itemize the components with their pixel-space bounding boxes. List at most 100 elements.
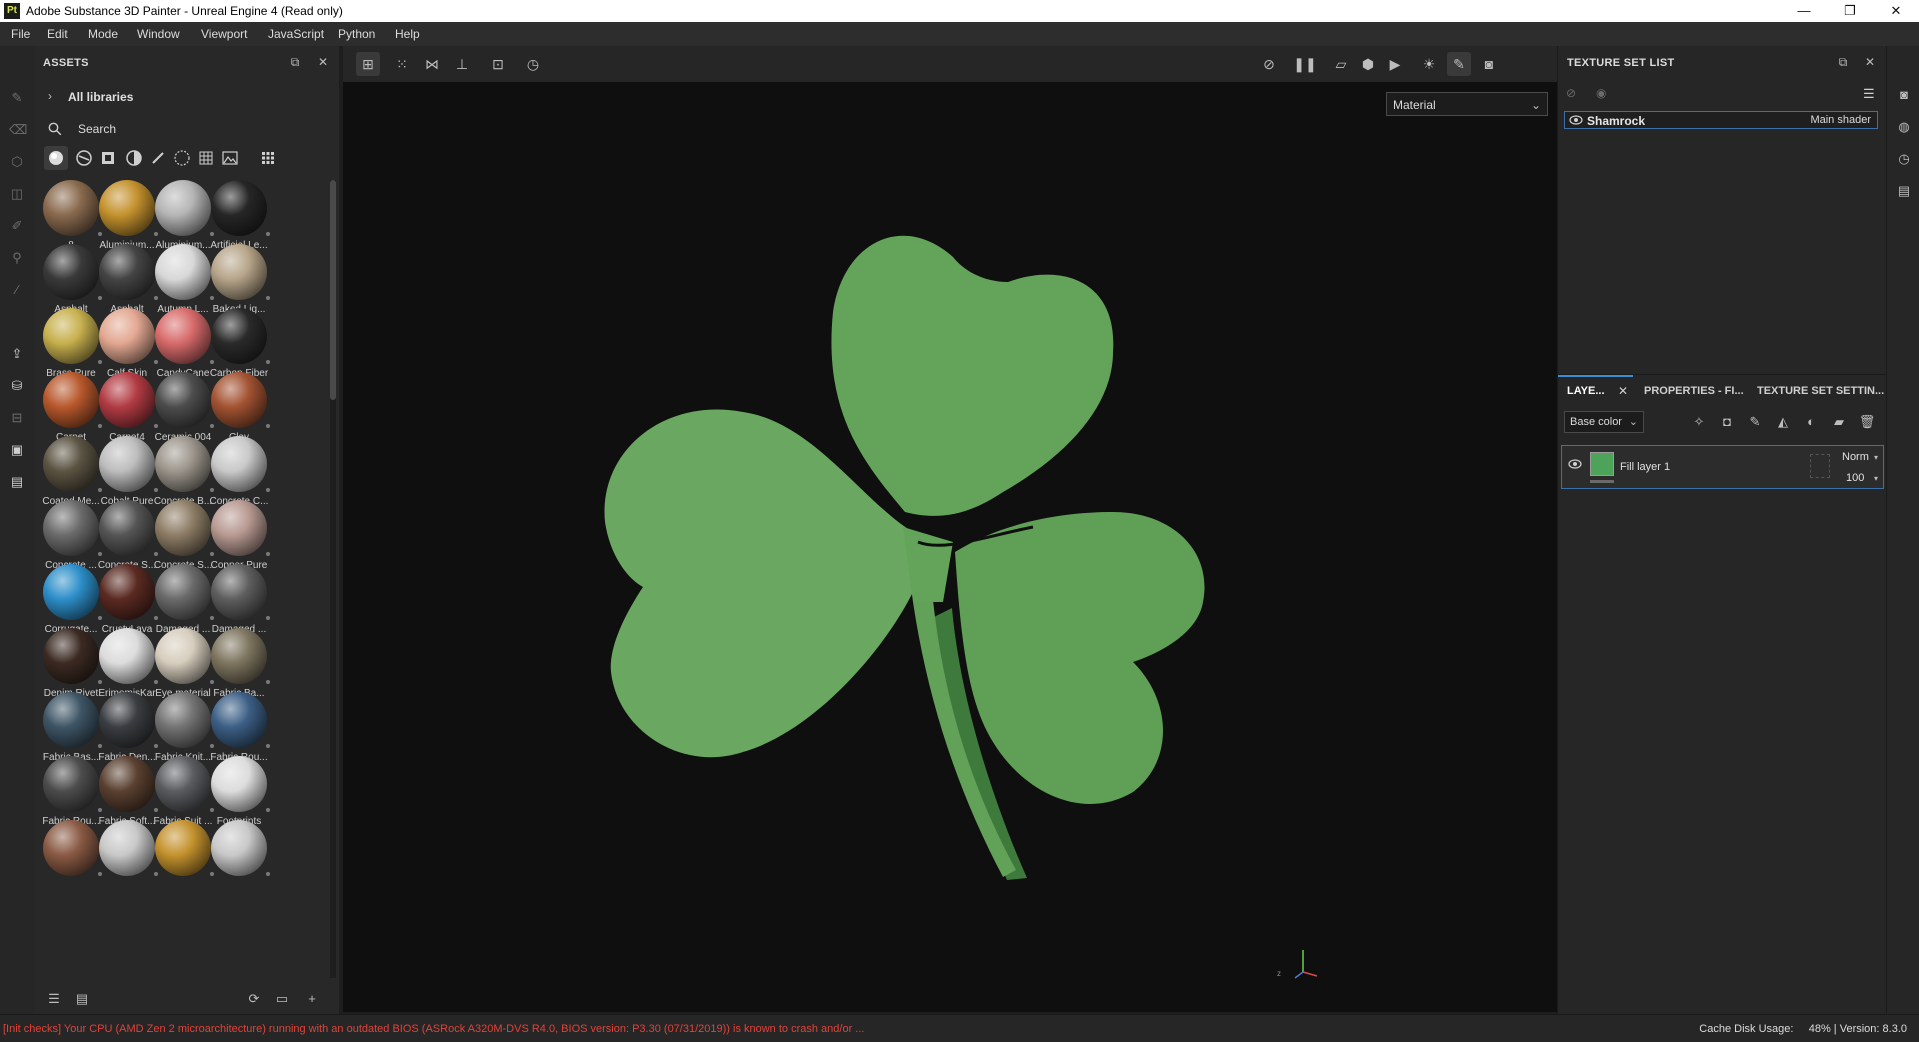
paint-brush-icon[interactable]: ✎ — [9, 90, 25, 106]
close-window-button[interactable]: ✕ — [1873, 0, 1919, 22]
channel-select[interactable]: Base color ⌄ — [1564, 411, 1644, 433]
layer-mask-slot[interactable] — [1810, 454, 1830, 478]
add-effect-icon[interactable]: ✧ — [1690, 413, 1708, 431]
scrollbar-thumb[interactable] — [330, 180, 336, 400]
reset-camera-icon[interactable]: ◷ — [521, 52, 545, 76]
display-settings-icon[interactable]: ◍ — [1895, 118, 1913, 136]
visibility-eye-icon[interactable] — [1568, 458, 1582, 470]
list-view-icon[interactable]: ▤ — [74, 991, 90, 1007]
menu-bar: File Edit Mode Window Viewport JavaScrip… — [0, 22, 1919, 46]
library-selector[interactable]: › All libraries — [34, 86, 339, 108]
paint-mode-icon[interactable]: ✎ — [1447, 52, 1471, 76]
layers-tabs: LAYE... ✕ PROPERTIES - FI... TEXTURE SET… — [1558, 374, 1887, 409]
blend-mode-select[interactable]: Norm — [1842, 451, 1869, 463]
asset-tile[interactable] — [202, 820, 270, 898]
filter-smart-masks-button[interactable] — [122, 146, 146, 170]
filter-particles-button[interactable] — [170, 146, 194, 170]
tab-properties[interactable]: PROPERTIES - FI... — [1644, 385, 1744, 397]
screenshot-icon[interactable]: ◙ — [1477, 52, 1501, 76]
layer-thumbnail — [1590, 452, 1614, 476]
viewport-3d-icon[interactable]: ⬢ — [1356, 52, 1380, 76]
sort-icon[interactable]: ☰ — [46, 991, 62, 1007]
add-mask-icon[interactable]: ◘ — [1718, 413, 1736, 431]
log-icon[interactable]: ▤ — [1895, 182, 1913, 200]
add-fill-layer-icon[interactable]: ◭ — [1774, 413, 1792, 431]
refresh-icon[interactable]: ⟳ — [246, 991, 262, 1007]
float-panel-icon[interactable]: ⧉ — [1836, 55, 1850, 69]
tab-texture-set-settings[interactable]: TEXTURE SET SETTIN... — [1757, 385, 1884, 397]
align-icon[interactable]: ⊥ — [450, 52, 474, 76]
hide-objects-icon[interactable]: ⊘ — [1257, 52, 1281, 76]
close-panel-icon[interactable]: ✕ — [1863, 55, 1877, 69]
history-icon[interactable]: ◷ — [1895, 150, 1913, 168]
smudge-icon[interactable]: ✐ — [9, 218, 25, 234]
window-title: Adobe Substance 3D Painter - Unreal Engi… — [26, 4, 343, 18]
close-tab-icon[interactable]: ✕ — [1618, 384, 1628, 398]
clone-stamp-icon[interactable]: ⚲ — [9, 250, 25, 266]
asset-type-filters — [34, 144, 339, 172]
filter-smart-materials-button[interactable] — [72, 146, 96, 170]
menu-edit[interactable]: Edit — [47, 27, 68, 41]
color-picker-icon[interactable]: ⁄ — [9, 282, 25, 298]
camera-icon[interactable]: ▶ — [1383, 52, 1407, 76]
symmetry-icon[interactable]: ⋈ — [420, 52, 444, 76]
menu-viewport[interactable]: Viewport — [201, 27, 247, 41]
viewport-2d-icon[interactable]: ▱ — [1329, 52, 1353, 76]
add-folder-icon[interactable]: ▰ — [1830, 413, 1848, 431]
layer-name[interactable]: Fill layer 1 — [1620, 461, 1670, 473]
asset-scrollbar[interactable] — [330, 180, 336, 978]
filter-environments-button[interactable] — [218, 146, 242, 170]
hide-icon[interactable]: ⊘ — [1566, 86, 1576, 100]
projection-icon[interactable]: ⬡ — [9, 154, 25, 170]
maximize-button[interactable]: ❐ — [1827, 0, 1873, 22]
close-panel-icon[interactable]: ✕ — [316, 55, 330, 69]
eraser-icon[interactable]: ⌫ — [9, 122, 27, 138]
texture-set-list-icon[interactable]: ◙ — [1895, 86, 1913, 104]
tab-layers[interactable]: LAYE... — [1567, 385, 1605, 397]
bake-mesh-icon[interactable]: ⛁ — [9, 378, 25, 394]
display-settings-icon[interactable]: ▣ — [9, 442, 25, 458]
status-message[interactable]: [Init checks] Your CPU (AMD Zen 2 microa… — [3, 1023, 864, 1035]
add-layer-options-icon[interactable]: ◐ — [1802, 413, 1820, 431]
asset-badge-icon — [266, 744, 270, 748]
float-panel-icon[interactable]: ⧉ — [288, 55, 302, 69]
menu-python[interactable]: Python — [338, 27, 375, 41]
menu-file[interactable]: File — [11, 27, 30, 41]
lighting-icon[interactable]: ☀ — [1417, 52, 1441, 76]
material-preview-sphere — [211, 564, 267, 620]
polygon-fill-icon[interactable]: ◫ — [9, 186, 25, 202]
menu-icon[interactable]: ☰ — [1863, 86, 1875, 102]
visibility-eye-icon[interactable] — [1569, 114, 1583, 126]
texture-set-row[interactable]: Shamrock Main shader — [1564, 111, 1878, 129]
minimize-button[interactable]: — — [1781, 0, 1827, 22]
export-icon[interactable]: ⇪ — [9, 346, 25, 362]
asset-badge-icon — [266, 488, 270, 492]
filter-textures-button[interactable] — [96, 146, 120, 170]
viewport-3d[interactable]: Material ⌄ z — [343, 82, 1557, 1012]
add-paint-layer-icon[interactable]: ✎ — [1746, 413, 1764, 431]
asset-badge-icon — [266, 616, 270, 620]
fit-view-icon[interactable]: ⊡ — [486, 52, 510, 76]
shader-settings-icon[interactable]: ▤ — [9, 474, 25, 490]
menu-javascript[interactable]: JavaScript — [268, 27, 324, 41]
add-asset-icon[interactable]: + — [304, 991, 320, 1007]
texture-set-shader[interactable]: Main shader — [1810, 114, 1871, 126]
search-input[interactable] — [76, 119, 320, 139]
delete-layer-icon[interactable]: 🗑 — [1858, 413, 1876, 431]
ruler-icon[interactable]: ⊟ — [9, 410, 25, 426]
menu-window[interactable]: Window — [137, 27, 180, 41]
uv-grid-icon[interactable]: ⊞ — [356, 52, 380, 76]
pause-icon[interactable]: ❚❚ — [1293, 52, 1317, 76]
filter-alphas-button[interactable] — [194, 146, 218, 170]
opacity-value[interactable]: 100 — [1846, 472, 1864, 484]
tiling-icon[interactable]: ⁙ — [390, 52, 414, 76]
filter-brushes-button[interactable] — [146, 146, 170, 170]
layer-row[interactable]: Fill layer 1 Norm ▾ 100 ▾ — [1561, 445, 1884, 489]
eye-icon[interactable]: ◉ — [1596, 86, 1606, 100]
menu-help[interactable]: Help — [395, 27, 420, 41]
new-folder-icon[interactable]: ▭ — [274, 991, 290, 1007]
view-mode-button[interactable] — [256, 146, 280, 170]
right-dock: TEXTURE SET LIST ⧉ ✕ ⊘ ◉ ☰ Shamrock Main… — [1557, 46, 1887, 1014]
filter-materials-button[interactable] — [44, 146, 68, 170]
menu-mode[interactable]: Mode — [88, 27, 118, 41]
